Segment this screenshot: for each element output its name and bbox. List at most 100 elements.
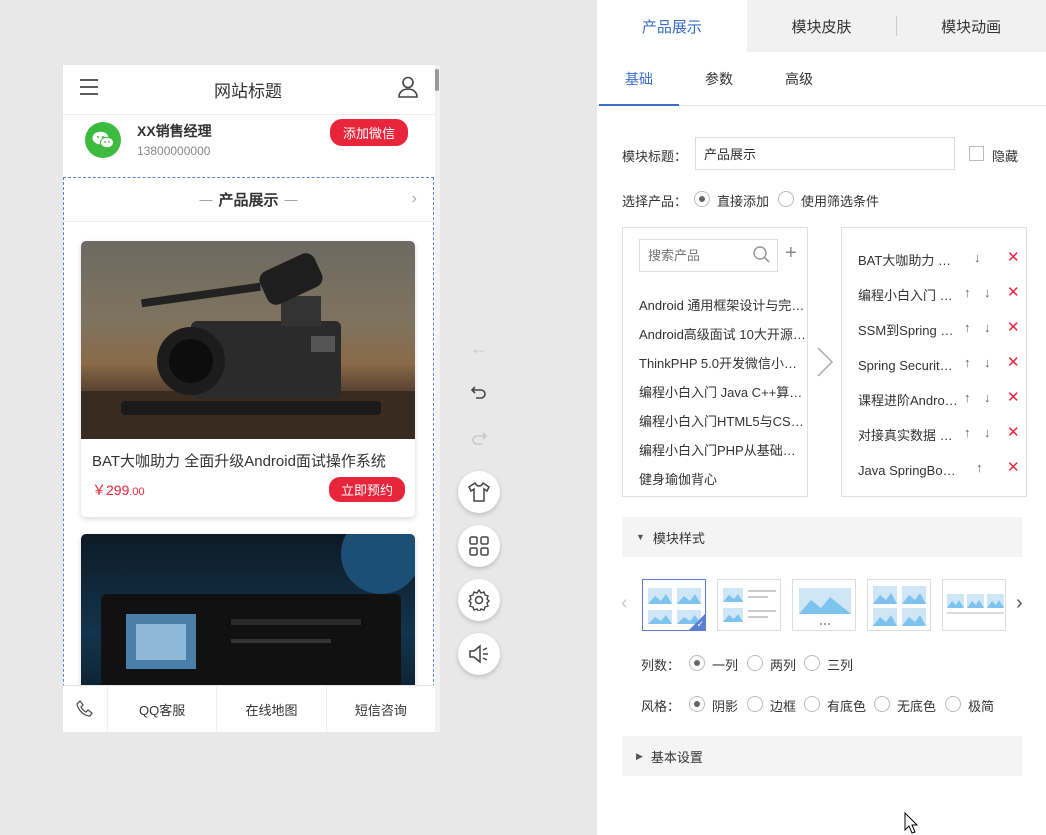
delete-icon[interactable]: ✕ — [1007, 458, 1020, 476]
radio-direct-add[interactable] — [694, 191, 710, 207]
move-up-icon[interactable]: ↑ — [964, 285, 971, 300]
transfer-right-icon[interactable] — [815, 346, 835, 383]
wechat-icon — [85, 122, 121, 158]
list-item[interactable]: BAT大咖助力 全面升级Android面试 — [858, 250, 958, 269]
radio-style-no-bgcolor[interactable] — [874, 696, 890, 712]
footer-sms-consult[interactable]: 短信咨询 — [325, 686, 435, 732]
speaker-icon[interactable] — [458, 633, 500, 675]
module-title-input[interactable] — [695, 137, 955, 170]
book-now-button[interactable]: 立即预约 — [328, 477, 405, 502]
move-up-icon[interactable]: ↑ — [964, 425, 971, 440]
chevron-right-icon[interactable]: › — [1016, 592, 1023, 615]
delete-icon[interactable]: ✕ — [1007, 423, 1020, 441]
delete-icon[interactable]: ✕ — [1007, 318, 1020, 336]
module-style-collapse[interactable]: ▼ 模块样式 — [622, 517, 1022, 557]
settings-panel: 产品展示 模块皮肤 模块动画 基础 参数 高级 模块标题： 隐藏 选择产品： 直… — [597, 0, 1046, 835]
footer-online-map[interactable]: 在线地图 — [216, 686, 325, 732]
radio-style-bgcolor[interactable] — [804, 696, 820, 712]
preview-scrollbar[interactable] — [435, 65, 440, 732]
menu-icon[interactable] — [80, 79, 98, 100]
radio-style-shadow-label: 阴影 — [712, 699, 739, 714]
list-item[interactable]: 课程进阶Android开发 — [858, 390, 958, 409]
style-thumbnail[interactable] — [867, 579, 931, 631]
phone-icon[interactable] — [63, 686, 107, 732]
undo-icon[interactable] — [469, 383, 489, 406]
sub-tabs: 基础 参数 高级 — [597, 52, 1046, 106]
list-item[interactable]: Java SpringBoot开发 — [858, 460, 958, 479]
tab-module-skin[interactable]: 模块皮肤 — [747, 0, 897, 52]
list-item[interactable]: ThinkPHP 5.0开发微信小程序商城打造全栈应用 — [639, 353, 807, 372]
user-icon[interactable] — [398, 76, 418, 103]
mobile-preview: 网站标题 XX销售经理 13800000000 添加微信 — 产品展示 — › — [63, 65, 435, 732]
chevron-left-icon[interactable]: ‹ — [621, 592, 628, 615]
product-card[interactable]: BAT大咖助力 全面升级Android面试操作系统 ￥299.00 立即预约 — [81, 241, 415, 517]
select-product-label: 选择产品： — [622, 194, 688, 209]
move-up-icon[interactable]: ↑ — [964, 390, 971, 405]
radio-style-minimal[interactable] — [945, 696, 961, 712]
search-icon[interactable] — [753, 246, 770, 268]
radio-style-no-bgcolor-label: 无底色 — [897, 699, 937, 714]
tab-module-animation[interactable]: 模块动画 — [896, 0, 1046, 52]
style-thumbnail[interactable]: ✓ — [642, 579, 706, 631]
chevron-right-icon[interactable]: › — [412, 190, 417, 208]
delete-icon[interactable]: ✕ — [1007, 353, 1020, 371]
product-section[interactable]: — 产品展示 — › BAT大咖助力 全面升级Android面试操作系统 ￥29… — [63, 177, 434, 732]
footer-qq-service[interactable]: QQ客服 — [107, 686, 216, 732]
radio-style-shadow[interactable] — [689, 696, 705, 712]
radio-one-column[interactable] — [689, 655, 705, 671]
radio-filter-condition[interactable] — [778, 191, 794, 207]
radio-style-border[interactable] — [747, 696, 763, 712]
list-item[interactable]: 健身瑜伽背心 — [639, 469, 807, 488]
delete-icon[interactable]: ✕ — [1007, 388, 1020, 406]
caret-right-icon: ▶ — [636, 750, 643, 761]
radio-three-columns[interactable] — [804, 655, 820, 671]
hide-checkbox[interactable] — [969, 146, 984, 161]
list-item[interactable]: SSM到Spring Boot 从零开发 — [858, 320, 958, 339]
basic-settings-collapse[interactable]: ▶ 基本设置 — [622, 736, 1022, 776]
move-down-icon[interactable]: ↓ — [984, 285, 991, 300]
subtab-params[interactable]: 参数 — [679, 52, 759, 105]
delete-icon[interactable]: ✕ — [1007, 248, 1020, 266]
list-item[interactable]: 编程小白入门HTML5与CSS3网页布局 — [639, 411, 807, 430]
redo-icon[interactable] — [469, 429, 489, 452]
site-title: 网站标题 — [214, 82, 282, 101]
add-wechat-button[interactable]: 添加微信 — [329, 119, 408, 146]
radio-two-columns[interactable] — [747, 655, 763, 671]
move-up-icon[interactable]: ↑ — [964, 355, 971, 370]
product-image — [81, 241, 415, 439]
list-item[interactable]: Android高级面试 10大开源框架源码解析 — [639, 324, 807, 343]
move-down-icon[interactable]: ↓ — [984, 355, 991, 370]
skin-shirt-icon[interactable] — [458, 471, 500, 513]
top-tabs: 产品展示 模块皮肤 模块动画 — [597, 0, 1046, 52]
add-plus-icon[interactable]: + — [785, 242, 797, 265]
radio-style-minimal-label: 极简 — [968, 699, 995, 714]
radio-one-column-label: 一列 — [712, 658, 739, 673]
list-item[interactable]: 对接真实数据 从0开发前后端 — [858, 425, 958, 444]
move-down-icon[interactable]: ↓ — [984, 390, 991, 405]
style-thumbnail[interactable] — [942, 579, 1006, 631]
move-down-icon[interactable]: ↓ — [984, 425, 991, 440]
move-down-icon[interactable]: ↓ — [974, 250, 981, 265]
radio-three-columns-label: 三列 — [827, 658, 854, 673]
subtab-basic[interactable]: 基础 — [599, 52, 679, 106]
settings-gear-icon[interactable] — [458, 579, 500, 621]
mouse-cursor-icon — [904, 811, 919, 835]
module-title-label: 模块标题： — [622, 149, 688, 164]
preview-scroll-thumb[interactable] — [435, 69, 439, 91]
list-item[interactable]: Spring Security技术栈开发 — [858, 355, 958, 374]
style-thumbnail[interactable] — [792, 579, 856, 631]
move-up-icon[interactable]: ↑ — [976, 460, 983, 475]
list-item[interactable]: 编程小白入门 Java C++算法与数据结构 — [639, 382, 807, 401]
delete-icon[interactable]: ✕ — [1007, 283, 1020, 301]
arrow-left-icon[interactable]: ← — [469, 338, 489, 359]
move-down-icon[interactable]: ↓ — [984, 320, 991, 335]
list-item[interactable]: Android 通用框架设计与完整电商APP开发 — [639, 295, 807, 314]
basic-settings-label: 基本设置 — [650, 749, 703, 765]
list-item[interactable]: 编程小白入门PHP从基础到实战 — [639, 440, 807, 459]
tab-product-display[interactable]: 产品展示 — [597, 0, 747, 52]
subtab-advanced[interactable]: 高级 — [759, 52, 839, 105]
modules-grid-icon[interactable] — [458, 525, 500, 567]
move-up-icon[interactable]: ↑ — [964, 320, 971, 335]
list-item[interactable]: 编程小白入门 Java C++算法 — [858, 285, 958, 304]
style-thumbnail[interactable] — [717, 579, 781, 631]
